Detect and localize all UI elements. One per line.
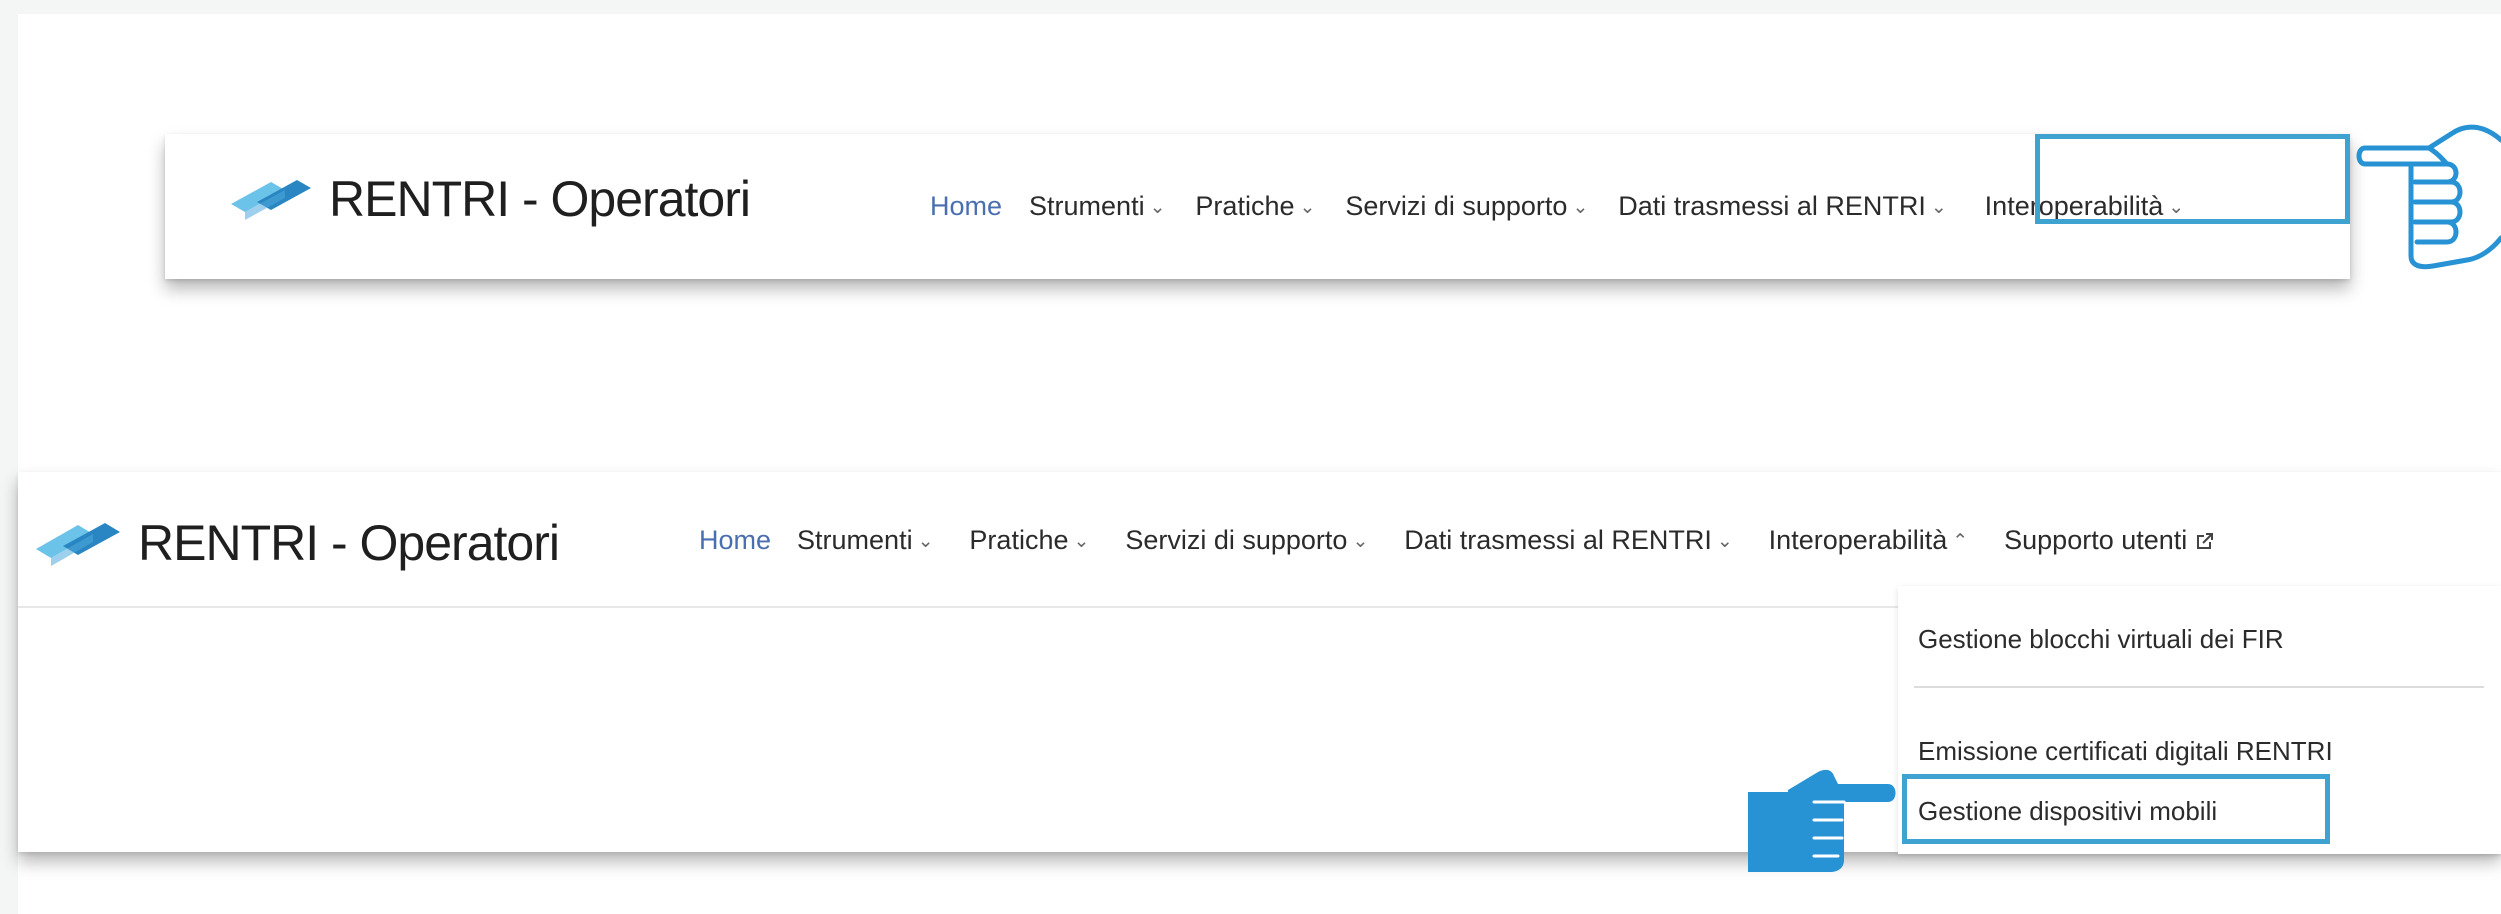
menu-divider (1914, 686, 2484, 688)
chevron-down-icon: ⌄ (1352, 530, 1369, 552)
highlight-interoperabilita (2035, 134, 2350, 224)
rentri-logo-icon (36, 523, 120, 566)
chevron-down-icon: ⌄ (1073, 530, 1090, 552)
pointing-hand-filled-icon (1748, 769, 1896, 872)
main-nav: Home Strumenti ⌄ Pratiche ⌄ Servizi di sup… (930, 134, 2184, 279)
highlight-gestione-dispositivi (1902, 774, 2330, 844)
brand-title: RENTRI - Operatori (329, 171, 751, 227)
chevron-down-icon: ⌄ (1716, 530, 1733, 552)
nav-servizi-di-supporto[interactable]: Servizi di supporto ⌄ (1345, 191, 1588, 222)
chevron-down-icon: ⌄ (917, 530, 934, 552)
rentri-logo[interactable]: RENTRI - Operatori (231, 170, 751, 228)
nav-servizi-di-supporto[interactable]: Servizi di supporto ⌄ (1125, 525, 1368, 556)
chevron-down-icon: ⌄ (1149, 197, 1166, 219)
nav-home[interactable]: Home (699, 525, 771, 556)
chevron-down-icon: ⌄ (1930, 197, 1947, 219)
header-screenshot-top: RENTRI - Operatori Home Strumenti ⌄ Prati… (165, 134, 2350, 279)
nav-dati-trasmessi[interactable]: Dati trasmessi al RENTRI ⌄ (1404, 525, 1732, 556)
chevron-up-icon: ⌃ (1952, 530, 1969, 552)
rentri-logo-icon (231, 180, 311, 220)
pointing-hand-icon (2356, 124, 2501, 270)
nav-supporto-utenti[interactable]: Supporto utenti (2004, 525, 2215, 556)
nav-strumenti[interactable]: Strumenti ⌄ (1029, 191, 1165, 222)
nav-home[interactable]: Home (930, 191, 1002, 222)
menu-item-emissione-certificati[interactable]: Emissione certificati digitali RENTRI (1918, 736, 2333, 767)
header-screenshot-bottom: RENTRI - Operatori Home Strumenti ⌄ Prati… (18, 472, 2501, 854)
nav-pratiche[interactable]: Pratiche ⌄ (1195, 191, 1315, 222)
nav-interoperabilita[interactable]: Interoperabilità ⌃ (1769, 525, 1968, 556)
chevron-down-icon: ⌄ (1299, 197, 1316, 219)
nav-pratiche[interactable]: Pratiche ⌄ (969, 525, 1089, 556)
menu-item-gestione-blocchi-fir[interactable]: Gestione blocchi virtuali dei FIR (1918, 624, 2284, 655)
interoperabilita-dropdown-menu: Gestione blocchi virtuali dei FIR Emissi… (1898, 586, 2501, 854)
brand-title: RENTRI - Operatori (138, 515, 560, 571)
external-link-icon (2197, 533, 2214, 550)
nav-strumenti[interactable]: Strumenti ⌄ (797, 525, 933, 556)
nav-dati-trasmessi[interactable]: Dati trasmessi al RENTRI ⌄ (1618, 191, 1946, 222)
chevron-down-icon: ⌄ (1572, 197, 1589, 219)
rentri-logo[interactable]: RENTRI - Operatori (36, 514, 560, 572)
